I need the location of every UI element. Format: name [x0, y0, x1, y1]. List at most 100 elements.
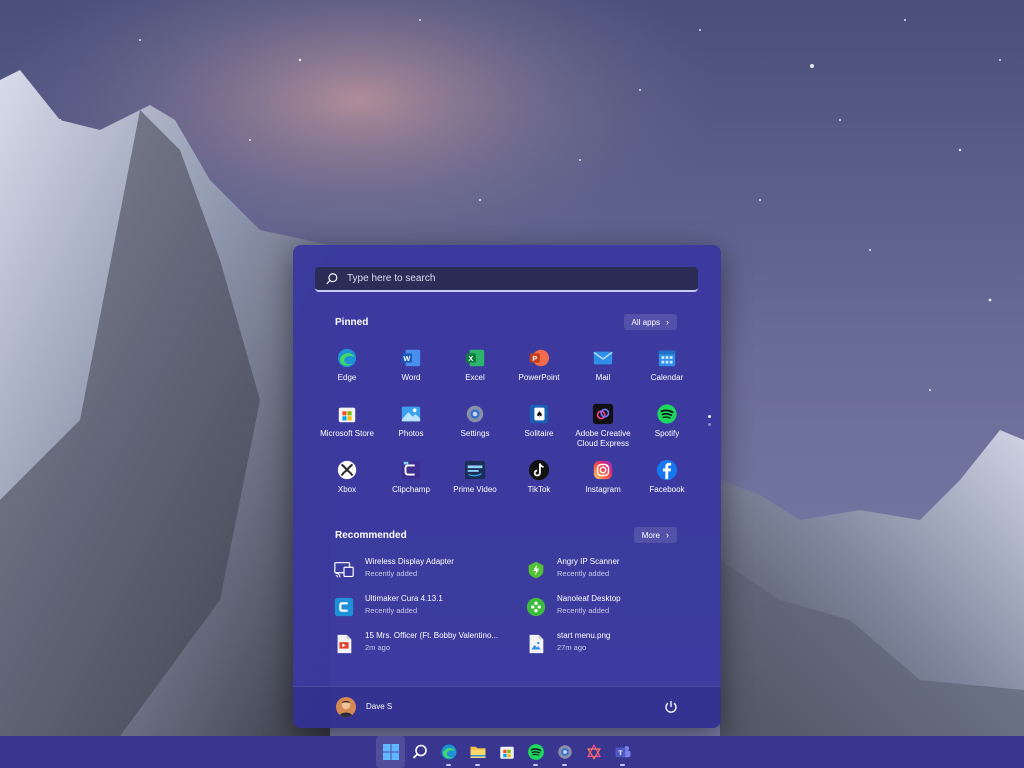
recommended-item-subtitle: 2m ago [365, 643, 391, 652]
app-label: Solitaire [524, 429, 554, 438]
recommended-item-subtitle: 27m ago [557, 643, 587, 652]
recommended-item[interactable]: Nanoleaf Desktop Recently added [525, 594, 693, 631]
mail-icon [593, 351, 613, 365]
pinned-app-edge[interactable]: Edge [315, 343, 379, 399]
chevron-right-icon: › [666, 530, 669, 540]
wireless-display-icon [334, 562, 354, 578]
start-menu: Pinned All apps › Edge W Word X Excel P [293, 245, 721, 728]
pinned-page-indicator[interactable] [708, 415, 711, 431]
svg-text:X: X [468, 354, 473, 363]
search-icon [412, 744, 427, 759]
app-label: Microsoft Store [320, 429, 374, 438]
app-label: Excel [465, 373, 485, 382]
all-apps-label: All apps [631, 317, 660, 327]
recommended-item[interactable]: start menu.png 27m ago [525, 631, 693, 668]
app-label: Mail [595, 373, 611, 382]
app-label: TikTok [527, 485, 551, 494]
svg-text:W: W [403, 354, 410, 363]
taskbar-pinned-icons: T [376, 736, 637, 768]
power-icon[interactable] [663, 699, 679, 715]
recommended-item-name: Angry IP Scanner [557, 557, 620, 566]
recommended-item[interactable]: 15 Mrs. Officer (Ft. Bobby Valentino... … [333, 631, 525, 668]
pinned-app-excel[interactable]: X Excel [443, 343, 507, 399]
xbox-icon [337, 460, 357, 480]
app-label: PowerPoint [518, 373, 560, 382]
pinned-title: Pinned [335, 317, 369, 328]
user-name[interactable]: Dave S [366, 702, 392, 711]
recommended-item[interactable]: Wireless Display Adapter Recently added [333, 557, 525, 594]
audio-file-icon [337, 634, 352, 654]
pinned-app-photos[interactable]: Photos [379, 399, 443, 455]
pinned-apps-grid: Edge W Word X Excel P PowerPoint Mail Ca… [315, 343, 699, 511]
taskbar-teams-button[interactable]: T [608, 736, 637, 768]
taskbar-search-button[interactable] [405, 736, 434, 768]
photos-icon [401, 406, 421, 422]
app-label: Prime Video [453, 485, 497, 494]
nanoleaf-icon [526, 597, 546, 617]
running-indicator [475, 764, 480, 766]
app-label: Word [401, 373, 421, 382]
running-indicator [446, 764, 451, 766]
chevron-right-icon: › [666, 317, 669, 327]
more-button[interactable]: More › [633, 527, 677, 543]
pinned-app-calendar[interactable]: Calendar [635, 343, 699, 399]
app-label: Facebook [649, 485, 685, 494]
taskbar-store-button[interactable] [492, 736, 521, 768]
windows-start-icon [382, 744, 399, 760]
recommended-item-subtitle: Recently added [365, 606, 418, 615]
app-label: Calendar [650, 373, 684, 382]
file-explorer-icon [470, 746, 485, 758]
search-input[interactable] [345, 272, 698, 285]
pinned-app-prime-video[interactable]: Prime Video [443, 455, 507, 511]
pinned-app-word[interactable]: W Word [379, 343, 443, 399]
settings-icon [466, 405, 484, 423]
recommended-item-subtitle: Recently added [557, 606, 610, 615]
search-box[interactable] [315, 267, 698, 292]
pinned-app-facebook[interactable]: Facebook [635, 455, 699, 511]
settings-icon [557, 745, 572, 759]
taskbar-file-explorer-button[interactable] [463, 736, 492, 768]
recommended-item[interactable]: Angry IP Scanner Recently added [525, 557, 693, 594]
recommended-item[interactable]: Ultimaker Cura 4.13.1 Recently added [333, 594, 525, 631]
pinned-app-powerpoint[interactable]: P PowerPoint [507, 343, 571, 399]
taskbar-settings-button[interactable] [550, 736, 579, 768]
pinned-app-settings[interactable]: Settings [443, 399, 507, 455]
svg-text:♠: ♠ [536, 409, 543, 419]
edge-icon [337, 348, 357, 368]
spotify-icon [527, 744, 544, 760]
pinned-app-mail[interactable]: Mail [571, 343, 635, 399]
app-label: Adobe Creative Cloud Express [575, 429, 631, 448]
running-indicator [562, 764, 567, 766]
pinned-app-solitaire[interactable]: ♠ Solitaire [507, 399, 571, 455]
page-dot [708, 415, 711, 418]
pinned-app-instagram[interactable]: Instagram [571, 455, 635, 511]
taskbar-affinity-button[interactable] [579, 736, 608, 768]
adobe-express-icon [592, 403, 614, 425]
excel-icon: X [465, 349, 485, 367]
pinned-app-adobe-express[interactable]: Adobe Creative Cloud Express [571, 399, 635, 455]
affinity-icon [586, 743, 601, 760]
teams-icon: T [615, 746, 630, 758]
pinned-app-microsoft-store[interactable]: Microsoft Store [315, 399, 379, 455]
recommended-item-name: Wireless Display Adapter [365, 557, 454, 566]
all-apps-button[interactable]: All apps › [623, 314, 677, 330]
microsoft-store-icon [338, 407, 356, 423]
recommended-item-name: 15 Mrs. Officer (Ft. Bobby Valentino... [365, 631, 499, 640]
powerpoint-icon: P [529, 349, 550, 367]
calendar-icon [658, 350, 676, 367]
app-label: Clipchamp [392, 485, 430, 494]
app-label: Edge [337, 373, 357, 382]
image-file-icon [529, 634, 544, 654]
taskbar-start-button[interactable] [376, 736, 405, 768]
app-label: Spotify [654, 429, 680, 438]
svg-text:P: P [532, 354, 537, 363]
taskbar-spotify-button[interactable] [521, 736, 550, 768]
pinned-app-xbox[interactable]: Xbox [315, 455, 379, 511]
user-avatar[interactable] [336, 697, 356, 717]
pinned-app-spotify[interactable]: Spotify [635, 399, 699, 455]
taskbar-edge-button[interactable] [434, 736, 463, 768]
pinned-app-clipchamp[interactable]: Clipchamp [379, 455, 443, 511]
solitaire-icon: ♠ [529, 404, 549, 424]
word-icon: W [401, 349, 421, 367]
pinned-app-tiktok[interactable]: TikTok [507, 455, 571, 511]
